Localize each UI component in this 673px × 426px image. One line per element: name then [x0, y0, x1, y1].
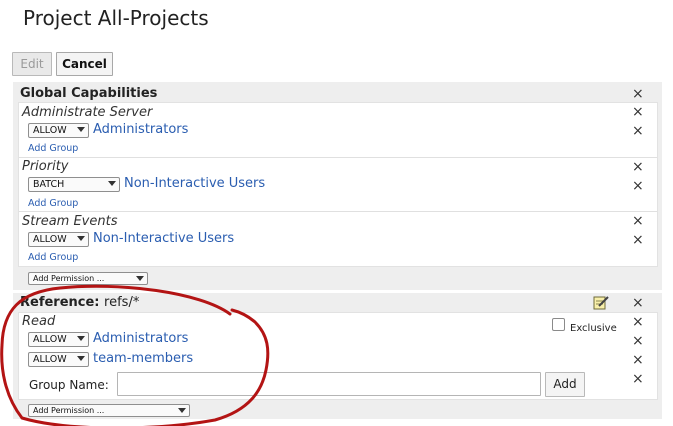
edit-note-icon[interactable]: [593, 295, 609, 310]
close-icon[interactable]: ×: [632, 160, 644, 174]
chevron-down-icon: [77, 336, 85, 341]
group-link-administrators[interactable]: Administrators: [93, 331, 188, 346]
chevron-down-icon: [136, 276, 144, 281]
close-icon[interactable]: ×: [632, 124, 644, 138]
action-select-value: ALLOW: [33, 234, 67, 245]
action-select-value: ALLOW: [33, 334, 67, 345]
close-icon[interactable]: ×: [632, 233, 644, 247]
close-icon[interactable]: ×: [632, 105, 644, 119]
divider: [19, 211, 657, 212]
add-permission-select[interactable]: Add Permission ...: [28, 404, 190, 417]
action-select-value: BATCH: [33, 179, 65, 190]
permission-name: Administrate Server: [22, 105, 153, 120]
close-icon[interactable]: ×: [632, 334, 644, 348]
permission-name: Priority: [22, 159, 69, 174]
action-select[interactable]: BATCH: [28, 177, 120, 192]
add-group-link[interactable]: Add Group: [28, 252, 78, 263]
action-select-value: ALLOW: [33, 125, 67, 136]
close-icon[interactable]: ×: [632, 315, 644, 329]
divider: [19, 157, 657, 158]
close-icon[interactable]: ×: [632, 214, 644, 228]
permission-name: Read: [22, 314, 56, 329]
edit-note-icon-graphic: [593, 296, 609, 310]
group-link-non-interactive-users[interactable]: Non-Interactive Users: [93, 231, 234, 246]
add-permission-select[interactable]: Add Permission ...: [28, 272, 148, 285]
exclusive-checkbox[interactable]: [552, 318, 565, 331]
chevron-down-icon: [77, 236, 85, 241]
chevron-down-icon: [178, 408, 186, 413]
group-name-input[interactable]: [117, 372, 541, 396]
add-permission-select-value: Add Permission ...: [33, 406, 105, 415]
action-select[interactable]: ALLOW: [28, 232, 89, 247]
add-group-link[interactable]: Add Group: [28, 143, 78, 154]
reference-pattern: refs/*: [104, 295, 140, 310]
chevron-down-icon: [77, 127, 85, 132]
add-button[interactable]: Add: [545, 372, 585, 397]
group-link-team-members[interactable]: team-members: [93, 351, 193, 366]
reference-heading: Reference: refs/*: [20, 295, 139, 310]
cancel-button[interactable]: Cancel: [56, 52, 113, 76]
group-link-non-interactive-users[interactable]: Non-Interactive Users: [124, 176, 265, 191]
exclusive-label: Exclusive: [570, 323, 617, 334]
action-select[interactable]: ALLOW: [28, 332, 89, 347]
action-select[interactable]: ALLOW: [28, 123, 89, 138]
close-icon[interactable]: ×: [632, 353, 644, 367]
group-name-label: Group Name:: [29, 378, 109, 392]
action-select[interactable]: ALLOW: [28, 352, 89, 367]
reference-heading-label: Reference:: [20, 295, 100, 310]
add-group-link[interactable]: Add Group: [28, 198, 78, 209]
chevron-down-icon: [77, 356, 85, 361]
close-icon[interactable]: ×: [632, 87, 644, 101]
action-select-value: ALLOW: [33, 354, 67, 365]
group-link-administrators[interactable]: Administrators: [93, 122, 188, 137]
chevron-down-icon: [108, 181, 116, 186]
section-heading: Global Capabilities: [20, 86, 158, 101]
close-icon[interactable]: ×: [632, 372, 644, 386]
close-icon[interactable]: ×: [632, 296, 644, 310]
add-permission-select-value: Add Permission ...: [33, 274, 105, 283]
edit-button[interactable]: Edit: [12, 52, 52, 76]
close-icon[interactable]: ×: [632, 179, 644, 193]
permission-name: Stream Events: [22, 214, 118, 229]
page-title: Project All-Projects: [23, 6, 209, 30]
